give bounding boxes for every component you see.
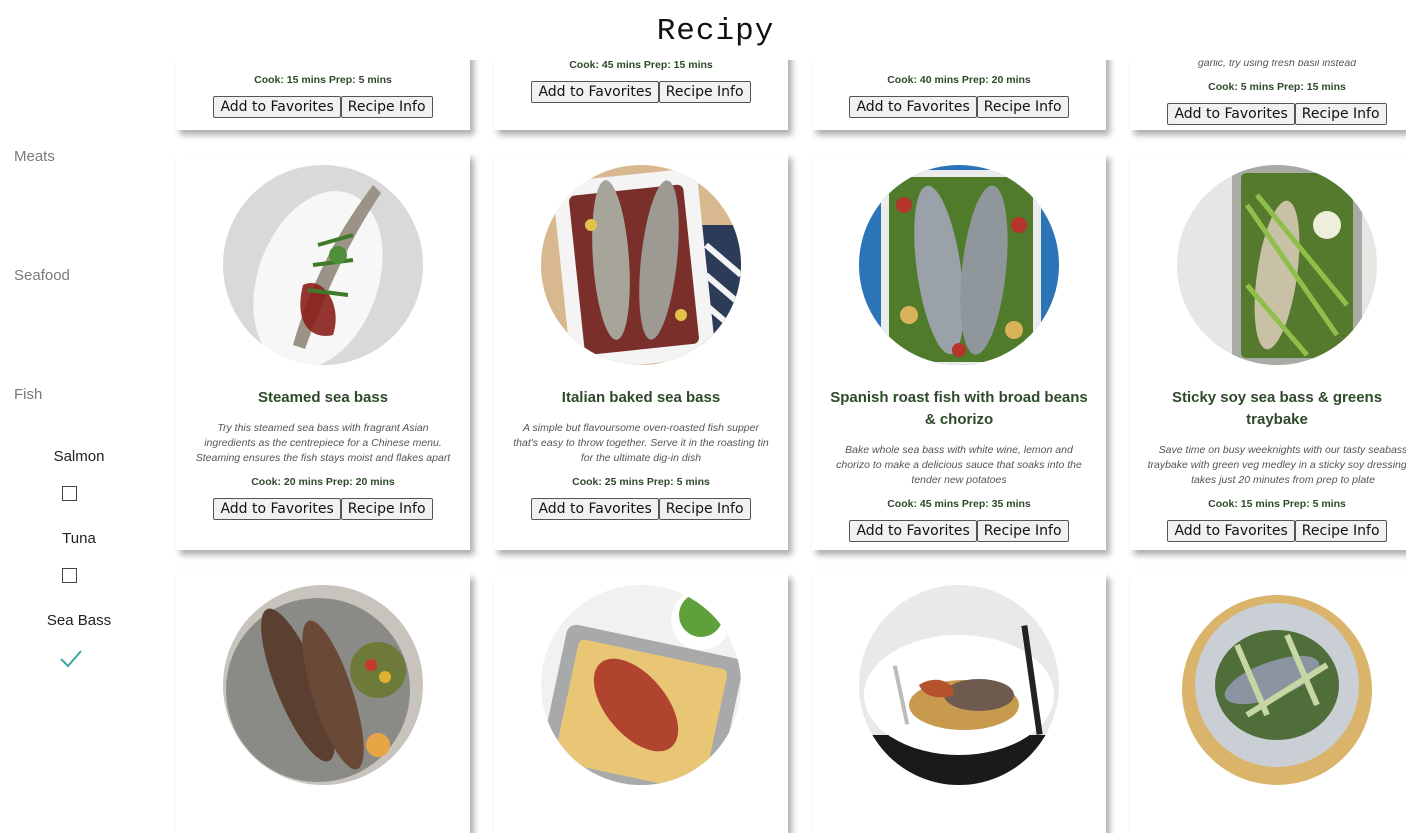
recipe-image[interactable] xyxy=(1177,585,1377,785)
add-to-favorites-button[interactable]: Add to Favorites xyxy=(213,498,341,520)
filter-label-salmon: Salmon xyxy=(53,448,105,465)
recipe-info-button[interactable]: Recipe Info xyxy=(658,81,751,103)
salmon-checkbox[interactable] xyxy=(62,486,77,501)
add-to-favorites-button[interactable]: Add to Favorites xyxy=(531,498,659,520)
italian-baked-sea-bass-photo xyxy=(541,165,741,365)
recipe-card xyxy=(176,573,470,833)
recipe-description: A simple but flavoursome oven-roasted fi… xyxy=(513,422,769,464)
grilled-sea-bass-salsa-photo xyxy=(223,585,423,785)
recipe-info-button[interactable]: Recipe Info xyxy=(658,498,751,520)
filter-label-tuna: Tuna xyxy=(62,530,96,547)
recipe-card xyxy=(812,573,1106,833)
app-title: Recipy xyxy=(0,0,1406,60)
category-meats[interactable]: Meats xyxy=(14,148,55,165)
recipe-time: Cook: 45 mins Prep: 35 mins xyxy=(887,498,1031,510)
recipe-time: Cook: 45 mins Prep: 15 mins xyxy=(569,59,713,71)
recipe-time: Cook: 25 mins Prep: 5 mins xyxy=(572,476,710,488)
sea-bass-chips-tray-photo xyxy=(541,585,741,785)
recipe-card: Spanish roast fish with broad beans & ch… xyxy=(812,153,1106,550)
recipe-image[interactable] xyxy=(223,165,423,365)
add-to-favorites-button[interactable]: Add to Favorites xyxy=(1167,520,1295,542)
add-to-favorites-button[interactable]: Add to Favorites xyxy=(849,520,977,542)
recipe-card: Italian baked sea bass A simple but flav… xyxy=(494,153,788,550)
category-seafood[interactable]: Seafood xyxy=(14,267,70,284)
recipe-info-button[interactable]: Recipe Info xyxy=(976,520,1069,542)
sidebar: Meats Seafood Fish Salmon Tuna Sea Bass xyxy=(0,0,170,787)
recipe-card: Sticky soy sea bass & greens traybake Sa… xyxy=(1130,153,1406,550)
recipe-image[interactable] xyxy=(541,165,741,365)
recipe-title[interactable]: Steamed sea bass xyxy=(190,387,456,409)
sea-bass-bamboo-steamer-photo xyxy=(1177,585,1377,785)
recipe-image[interactable] xyxy=(541,585,741,785)
tuna-checkbox[interactable] xyxy=(62,568,77,583)
add-to-favorites-button[interactable]: Add to Favorites xyxy=(213,96,341,118)
recipe-info-button[interactable]: Recipe Info xyxy=(340,96,433,118)
sea-bass-checkbox-checked-icon[interactable] xyxy=(58,648,84,670)
recipe-image[interactable] xyxy=(1177,165,1377,365)
steamed-sea-bass-photo xyxy=(223,165,423,365)
recipe-info-button[interactable]: Recipe Info xyxy=(1294,520,1387,542)
recipe-info-button[interactable]: Recipe Info xyxy=(1294,103,1387,125)
add-to-favorites-button[interactable]: Add to Favorites xyxy=(531,81,659,103)
filter-label-sea-bass: Sea Bass xyxy=(46,612,112,629)
recipe-card xyxy=(494,573,788,833)
category-fish[interactable]: Fish xyxy=(14,386,42,403)
recipe-title[interactable]: Sticky soy sea bass & greens traybake xyxy=(1144,387,1406,431)
recipe-card: Steamed sea bass Try this steamed sea ba… xyxy=(176,153,470,550)
recipe-title[interactable]: Italian baked sea bass xyxy=(508,387,774,409)
recipe-title[interactable]: Spanish roast fish with broad beans & ch… xyxy=(826,387,1092,431)
sticky-soy-traybake-photo xyxy=(1177,165,1377,365)
recipe-image[interactable] xyxy=(859,585,1059,785)
recipe-time: Cook: 20 mins Prep: 20 mins xyxy=(251,476,395,488)
recipe-time: Cook: 40 mins Prep: 20 mins xyxy=(887,74,1031,86)
recipe-card xyxy=(1130,573,1406,833)
recipe-image[interactable] xyxy=(223,585,423,785)
add-to-favorites-button[interactable]: Add to Favorites xyxy=(1167,103,1295,125)
add-to-favorites-button[interactable]: Add to Favorites xyxy=(849,96,977,118)
recipe-description: Bake whole sea bass with white wine, lem… xyxy=(836,444,1082,486)
recipe-info-button[interactable]: Recipe Info xyxy=(976,96,1069,118)
recipe-info-button[interactable]: Recipe Info xyxy=(340,498,433,520)
sea-bass-fillet-plate-photo xyxy=(859,585,1059,785)
spanish-roast-fish-photo xyxy=(859,165,1059,365)
recipe-time: Cook: 15 mins Prep: 5 mins xyxy=(254,74,392,86)
recipe-image[interactable] xyxy=(859,165,1059,365)
recipe-description: Try this steamed sea bass with fragrant … xyxy=(195,422,451,464)
recipe-time: Cook: 5 mins Prep: 15 mins xyxy=(1208,81,1346,93)
recipe-description: Save time on busy weeknights with our ta… xyxy=(1147,444,1406,486)
recipe-time: Cook: 15 mins Prep: 5 mins xyxy=(1208,498,1346,510)
